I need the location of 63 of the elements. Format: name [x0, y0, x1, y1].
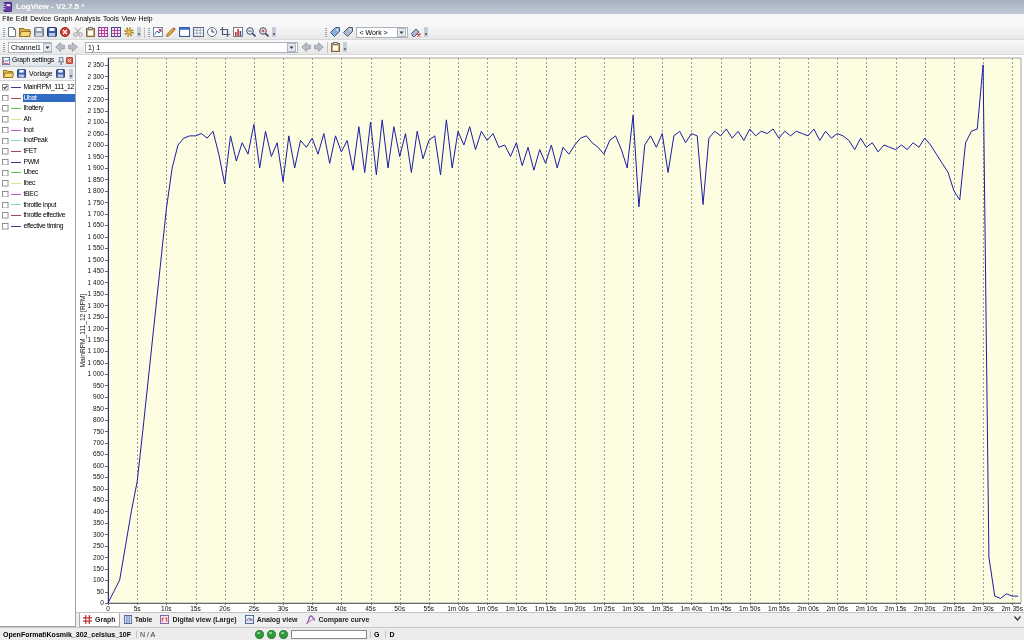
toolbar-overflow-icon[interactable] — [272, 27, 277, 37]
folder-icon[interactable] — [19, 27, 32, 37]
eraser-icon[interactable] — [411, 27, 422, 37]
checkbox[interactable] — [2, 116, 9, 123]
toolbar-overflow-icon[interactable] — [343, 42, 347, 52]
grip-icon[interactable] — [148, 27, 151, 37]
zoom-out-icon[interactable] — [246, 27, 257, 37]
document-icon[interactable] — [8, 27, 16, 37]
clipboard-icon[interactable] — [331, 42, 340, 52]
grid-icon[interactable] — [111, 27, 122, 37]
folder-icon[interactable] — [3, 69, 14, 78]
grip-icon[interactable] — [325, 27, 328, 37]
arrow-right-icon[interactable] — [68, 42, 78, 52]
window-title: LogView - V2.7.5 * — [16, 3, 85, 11]
chart-icon[interactable] — [153, 27, 164, 37]
sun-icon[interactable] — [124, 27, 135, 37]
checkbox[interactable] — [2, 148, 9, 155]
toolbar-overflow-icon[interactable] — [137, 27, 142, 37]
zoom-in-icon[interactable] — [259, 27, 270, 37]
caret-icon — [397, 27, 407, 37]
clock-icon[interactable] — [207, 27, 218, 37]
checkbox[interactable] — [2, 223, 9, 230]
digital-display-icon — [160, 615, 170, 624]
curve-icon — [305, 615, 316, 624]
checkbox[interactable] — [2, 158, 9, 166]
hash-icon — [83, 615, 92, 624]
caret-icon — [42, 42, 52, 52]
notebook-icon — [3, 2, 13, 12]
arrow-right-icon[interactable] — [314, 42, 324, 52]
checkbox[interactable] — [2, 105, 9, 112]
checkbox[interactable] — [2, 137, 9, 145]
window-icon[interactable] — [179, 27, 191, 37]
checkbox[interactable] — [2, 84, 9, 91]
pencil-icon[interactable] — [166, 27, 177, 37]
checkbox[interactable] — [2, 180, 9, 187]
checkbox[interactable] — [2, 190, 9, 198]
tag-icon[interactable] — [343, 27, 354, 37]
table-icon[interactable] — [193, 27, 205, 37]
checkbox[interactable] — [2, 169, 9, 177]
checkbox[interactable] — [2, 126, 9, 134]
table-icon — [123, 615, 132, 624]
bar-chart-icon[interactable] — [233, 27, 244, 37]
led-icon — [267, 629, 276, 639]
arrow-left-icon[interactable] — [55, 42, 65, 52]
chart-icon — [2, 56, 10, 65]
led-icon — [255, 629, 264, 639]
grid-icon[interactable] — [98, 27, 109, 37]
led-icon — [279, 629, 288, 639]
arrow-left-icon[interactable] — [301, 42, 311, 52]
checkbox[interactable] — [2, 94, 9, 102]
close-icon[interactable] — [66, 57, 73, 64]
toolbar-overflow-icon[interactable] — [69, 68, 73, 79]
caret-icon — [287, 42, 296, 52]
crop-icon[interactable] — [220, 27, 231, 37]
tag-icon[interactable] — [330, 27, 341, 37]
checkbox[interactable] — [2, 201, 9, 209]
chevron-down-icon[interactable] — [1014, 616, 1021, 621]
cross-circle-icon[interactable] — [60, 27, 71, 37]
toolbar-overflow-icon[interactable] — [424, 27, 429, 37]
checkbox[interactable] — [2, 212, 9, 219]
clipboard-icon[interactable] — [86, 27, 96, 37]
pin-icon[interactable] — [57, 56, 64, 65]
gauge-icon — [244, 615, 254, 624]
